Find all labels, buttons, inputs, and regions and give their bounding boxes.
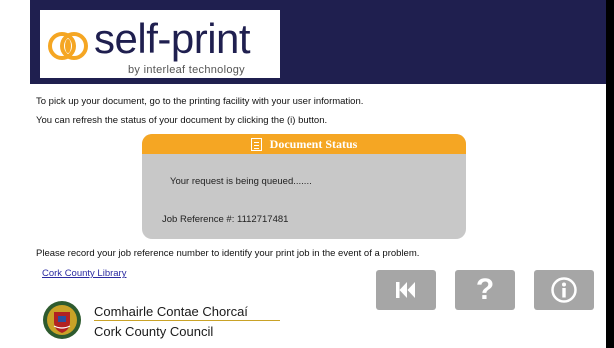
status-header: Document Status xyxy=(142,134,466,154)
council-logo: Comhairle Contae Chorcaí Cork County Cou… xyxy=(42,298,292,344)
page: self-print by interleaf technology To pi… xyxy=(0,0,614,348)
council-name-english: Cork County Council xyxy=(94,324,214,339)
info-icon xyxy=(551,277,577,303)
status-message: Your request is being queued....... xyxy=(170,176,312,187)
council-name-irish: Comhairle Contae Chorcaí xyxy=(94,304,248,319)
job-reference: Job Reference #: 1112717481 xyxy=(162,214,289,225)
info-refresh-button[interactable] xyxy=(534,270,594,310)
skip-back-icon xyxy=(396,282,415,298)
library-link[interactable]: Cork County Library xyxy=(42,268,126,279)
logo-text: self-print xyxy=(94,15,251,62)
council-divider xyxy=(94,320,280,321)
back-button[interactable] xyxy=(376,270,436,310)
right-border xyxy=(606,0,614,348)
logo-subtitle: by interleaf technology xyxy=(128,64,245,76)
status-title: Document Status xyxy=(269,136,358,151)
interleaf-rings-icon xyxy=(48,32,88,60)
council-crest-icon xyxy=(43,301,81,339)
header-banner: self-print by interleaf technology xyxy=(30,0,606,84)
help-button[interactable]: ? xyxy=(455,270,515,310)
instruction-pickup: To pick up your document, go to the prin… xyxy=(36,96,364,107)
document-status-card: Document Status Your request is being qu… xyxy=(142,134,466,239)
self-print-logo: self-print by interleaf technology xyxy=(40,10,280,78)
instruction-record: Please record your job reference number … xyxy=(36,248,420,259)
left-margin xyxy=(0,0,30,348)
document-icon xyxy=(250,137,262,151)
instruction-refresh: You can refresh the status of your docum… xyxy=(36,115,328,126)
